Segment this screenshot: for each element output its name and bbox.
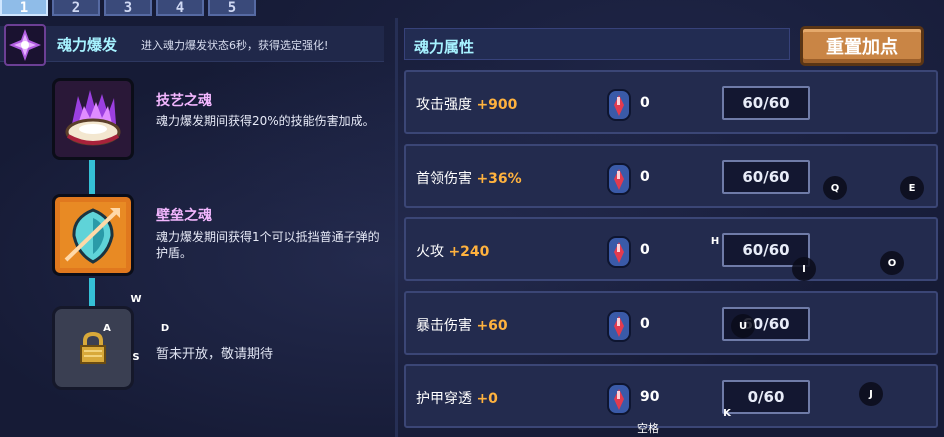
locked-skill-slot <box>52 306 134 390</box>
soul-gem-icon <box>605 88 633 122</box>
attribute-cost: 0 <box>640 242 650 258</box>
soul-burst-icon <box>4 24 46 66</box>
skill-description: 魂力爆发期间获得1个可以抵挡普通子弹的护盾。 <box>156 230 380 260</box>
key-hint-a: A <box>103 322 111 334</box>
skill-title: 技艺之魂 <box>156 93 212 109</box>
attribute-cost: 0 <box>640 169 650 185</box>
attribute-bonus: +900 <box>476 97 518 113</box>
key-hint-s: S <box>132 351 140 363</box>
key-hint-u: U <box>731 314 755 338</box>
skill-description: 魂力爆发期间获得20%的技能伤害加成。 <box>156 114 375 128</box>
reset-points-button[interactable]: 重置加点 <box>800 26 924 66</box>
attributes-title: 魂力属性 <box>414 38 475 56</box>
tab-3[interactable]: 3 <box>104 0 152 16</box>
attribute-name: 攻击强度 <box>416 97 472 113</box>
soul-gem-icon <box>605 162 633 196</box>
attribute-name-label: 护甲穿透 +0 <box>416 388 498 408</box>
key-hint-k: K <box>723 407 731 419</box>
loadout-tabs: 1 2 3 4 5 <box>0 0 256 16</box>
attribute-row: 攻击强度 +900 0 60/60 <box>404 70 938 134</box>
attribute-row: 暴击伤害 +60 0 60/60 <box>404 291 938 355</box>
attribute-name-label: 火攻 +240 <box>416 241 489 261</box>
tab-1[interactable]: 1 <box>0 0 48 16</box>
attribute-level-box[interactable]: 60/60 <box>722 160 810 194</box>
attribute-bonus: +60 <box>476 318 508 334</box>
tab-4[interactable]: 4 <box>156 0 204 16</box>
key-hint-o: O <box>880 251 904 275</box>
attribute-name: 首领伤害 <box>416 171 472 187</box>
attribute-name-label: 攻击强度 +900 <box>416 94 517 114</box>
key-hint-e: E <box>900 176 924 200</box>
attribute-name: 暴击伤害 <box>416 318 472 334</box>
soul-gem-icon <box>605 309 633 343</box>
locked-text: 暂未开放，敬请期待 <box>156 347 274 362</box>
attribute-row: 火攻 +240 0 60/60 <box>404 217 938 281</box>
skill-title: 壁垒之魂 <box>156 208 212 224</box>
attribute-row: 首领伤害 +36% 0 60/60 <box>404 144 938 208</box>
key-hint-d: D <box>160 322 170 334</box>
tab-2[interactable]: 2 <box>52 0 100 16</box>
panel-divider <box>395 18 398 437</box>
attribute-cost: 0 <box>640 95 650 111</box>
key-hint-j: J <box>859 382 883 406</box>
attribute-cost: 90 <box>640 389 660 405</box>
skill-connector <box>89 160 95 194</box>
skill-connector <box>89 278 95 308</box>
attribute-cost: 0 <box>640 316 650 332</box>
key-hint-q: Q <box>823 176 847 200</box>
key-hint-space: 空格 <box>637 422 659 435</box>
attribute-bonus: +0 <box>476 391 498 407</box>
attribute-name-label: 首领伤害 +36% <box>416 168 522 188</box>
soul-gem-icon <box>605 235 633 269</box>
attribute-bonus: +36% <box>476 171 522 187</box>
key-hint-i: I <box>792 257 816 281</box>
attribute-name-label: 暴击伤害 +60 <box>416 315 508 335</box>
tab-5[interactable]: 5 <box>208 0 256 16</box>
soul-gem-icon <box>605 382 633 416</box>
attribute-bonus: +240 <box>448 244 490 260</box>
soul-burst-description: 进入魂力爆发状态6秒，获得选定强化! <box>141 39 329 52</box>
attribute-level-box[interactable]: 60/60 <box>722 86 810 120</box>
attribute-name: 火攻 <box>416 244 444 260</box>
cyan-shield-icon[interactable] <box>52 194 134 276</box>
attribute-name: 护甲穿透 <box>416 391 472 407</box>
soul-burst-title: 魂力爆发 <box>57 36 118 54</box>
purple-flame-shell-icon[interactable] <box>52 78 134 160</box>
key-hint-w: W <box>130 293 142 305</box>
key-hint-h: H <box>710 235 720 247</box>
attribute-row: 护甲穿透 +0 90 0/60 <box>404 364 938 428</box>
